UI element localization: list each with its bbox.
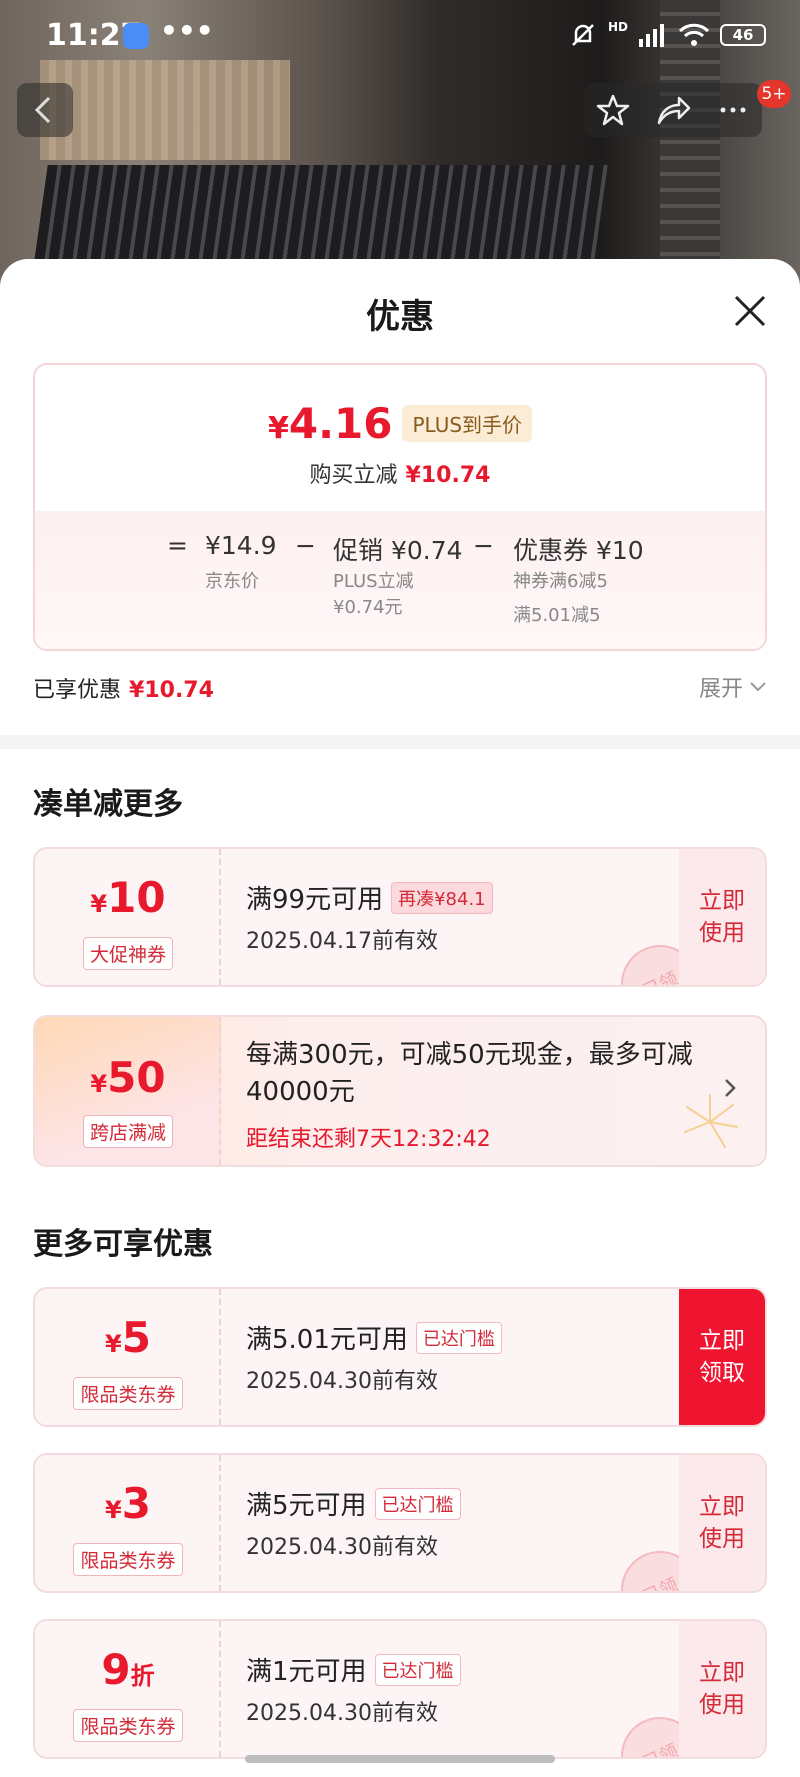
top-action-group (584, 83, 762, 137)
hd-signal-label: HD (608, 20, 629, 34)
cross-store-promo-card[interactable]: ¥50 跨店满减 每满300元，可减50元现金，最多可减40000元 距结束还剩… (33, 1015, 767, 1167)
coupon-amount: ¥5 (105, 1313, 151, 1362)
coupon-type-tag: 限品类东券 (73, 1709, 183, 1742)
instant-discount: 购买立减 ¥10.74 (309, 463, 491, 488)
section-divider (0, 735, 800, 749)
coupon-validity: 2025.04.17前有效 (246, 929, 438, 954)
home-indicator[interactable] (245, 1755, 555, 1763)
shoe-shelf-image (40, 60, 290, 160)
coupon-note-1: 神券满6减5 (513, 571, 608, 592)
claim-now-button[interactable]: 立即 领取 (679, 1289, 765, 1425)
notification-badge: 5+ (757, 80, 791, 108)
section-title-more-offers: 更多可享优惠 (33, 1227, 213, 1262)
coupon-amount: 9折 (101, 1645, 155, 1694)
remaining-amount-chip: 再凑¥84.1 (391, 881, 493, 914)
chevron-left-icon (34, 96, 51, 124)
coupon-validity: 2025.04.30前有效 (246, 1701, 438, 1726)
coupon-type-tag: 限品类东券 (73, 1543, 183, 1576)
cellular-signal-icon (639, 24, 665, 47)
minus-sign: − (473, 531, 494, 560)
price-breakdown-card: ¥4.16 PLUS到手价 购买立减 ¥10.74 = ¥14.9 京东价 − 促… (33, 363, 767, 651)
promo-amount: ¥50 (90, 1053, 166, 1102)
coupon-card[interactable]: 9折 限品类东券 满1元可用 已达门槛 2025.04.30前有效 已领 立即 … (33, 1619, 767, 1759)
threshold-reached-chip: 已达门槛 (374, 1487, 461, 1520)
jd-price: ¥14.9 (205, 531, 277, 560)
use-now-button[interactable]: 立即 使用 (679, 849, 765, 985)
threshold-reached-chip: 已达门槛 (374, 1653, 461, 1686)
threshold-reached-chip: 已达门槛 (415, 1321, 502, 1354)
more-notifications-icon: ••• (160, 14, 214, 47)
mute-bell-icon (572, 24, 594, 46)
coupon-card[interactable]: ¥5 限品类东券 满5.01元可用 已达门槛 2025.04.30前有效 立即 … (33, 1287, 767, 1427)
firework-decoration-icon (684, 1094, 738, 1148)
wifi-icon (678, 23, 710, 46)
coupon-condition: 满1元可用 (246, 1657, 367, 1687)
section-title-more-discount: 凑单减更多 (33, 787, 183, 822)
promo-note-1: PLUS立减 (333, 571, 414, 592)
coupon-note-2: 满5.01减5 (513, 605, 601, 626)
coupon-condition: 满99元可用 (246, 885, 384, 915)
close-icon[interactable] (730, 291, 770, 331)
coupon-card[interactable]: ¥3 限品类东券 满5元可用 已达门槛 2025.04.30前有效 已领 立即 … (33, 1453, 767, 1593)
plus-price-tag: PLUS到手价 (402, 405, 533, 442)
share-icon[interactable] (655, 93, 691, 127)
promo-countdown: 距结束还剩7天12:32:42 (246, 1127, 491, 1152)
battery-icon: 46 (720, 24, 767, 46)
discount-sheet: 优惠 ¥4.16 PLUS到手价 购买立减 ¥10.74 = ¥14.9 京东价 … (0, 259, 800, 1777)
expand-button[interactable]: 展开 (699, 671, 767, 703)
coupon-type-tag: 限品类东券 (73, 1377, 183, 1410)
jd-price-label: 京东价 (205, 571, 259, 592)
more-icon[interactable] (716, 93, 750, 127)
coupon-condition: 满5元可用 (246, 1491, 367, 1521)
promo-value: 促销 ¥0.74 (333, 536, 463, 565)
equals-sign: = (167, 531, 188, 560)
app-notification-icon (123, 23, 149, 49)
promo-note-2: ¥0.74元 (333, 597, 403, 618)
coupon-validity: 2025.04.30前有效 (246, 1369, 438, 1394)
promo-description: 每满300元，可减50元现金，最多可减40000元 (246, 1040, 693, 1107)
coupon-amount: ¥3 (105, 1479, 151, 1528)
back-button[interactable] (17, 83, 73, 137)
promo-type-tag: 跨店满减 (82, 1115, 173, 1148)
star-icon[interactable] (596, 93, 630, 127)
chevron-down-icon (750, 682, 766, 692)
sheet-title: 优惠 (366, 297, 434, 337)
coupon-amount: ¥10 (90, 873, 166, 922)
use-now-button[interactable]: 立即 使用 (679, 1621, 765, 1757)
coupon-value: 优惠券 ¥10 (513, 536, 644, 565)
enjoyed-discount: 已享优惠 ¥10.74 (33, 678, 214, 703)
minus-sign: − (295, 531, 316, 560)
use-now-button[interactable]: 立即 使用 (679, 1455, 765, 1591)
coupon-card[interactable]: ¥10 大促神券 满99元可用 再凑¥84.1 2025.04.17前有效 已领… (33, 847, 767, 987)
coupon-validity: 2025.04.30前有效 (246, 1535, 438, 1560)
final-price: ¥4.16 (267, 399, 393, 448)
coupon-type-tag: 大促神券 (82, 937, 173, 970)
status-bar: 11:27 ••• HD 46 (0, 0, 800, 70)
coupon-condition: 满5.01元可用 (246, 1325, 408, 1355)
